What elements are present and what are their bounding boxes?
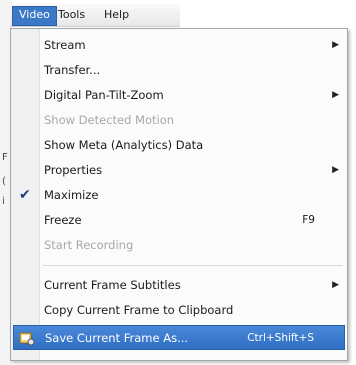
menu-item-label: Start Recording: [44, 238, 134, 252]
menu-item-label: Freeze: [44, 213, 82, 227]
menu-item-transfer[interactable]: Transfer...: [13, 58, 345, 83]
menu-item-digital-ptz[interactable]: Digital Pan-Tilt-Zoom ▶: [13, 83, 345, 108]
menu-item-current-frame-subtitles[interactable]: Current Frame Subtitles ▶: [13, 273, 345, 298]
submenu-arrow-icon: ▶: [332, 165, 339, 175]
menu-item-stream[interactable]: Stream ▶: [13, 33, 345, 58]
menu-item-copy-current-frame[interactable]: Copy Current Frame to Clipboard: [13, 298, 345, 323]
background-text-fragment: i: [2, 196, 5, 207]
background-text-fragment: (: [2, 176, 6, 187]
menu-item-label: Current Frame Subtitles: [44, 278, 181, 292]
menu-item-save-current-frame-as[interactable]: Save Current Frame As... Ctrl+Shift+S: [13, 325, 345, 350]
menu-help[interactable]: Help: [98, 6, 135, 24]
menu-item-label: Maximize: [44, 188, 99, 202]
submenu-arrow-icon: ▶: [332, 280, 339, 290]
menu-item-label: Properties: [44, 163, 103, 177]
menu-item-maximize[interactable]: ✔ Maximize: [13, 183, 345, 208]
menu-tools[interactable]: Tools: [52, 6, 91, 24]
menu-item-label: Copy Current Frame to Clipboard: [44, 303, 234, 317]
menu-bar: Video Tools Help: [10, 4, 180, 27]
menu-item-label: Show Detected Motion: [44, 113, 175, 127]
menu-item-show-detected-motion: Show Detected Motion: [13, 108, 345, 133]
menu-item-label: Transfer...: [44, 63, 101, 77]
menu-item-shortcut: Ctrl+Shift+S: [247, 332, 314, 344]
menu-item-label: Stream: [44, 38, 86, 52]
menu-item-shortcut: F9: [302, 214, 315, 226]
menu-video[interactable]: Video: [12, 6, 57, 26]
video-dropdown-menu: Stream ▶ Transfer... Digital Pan-Tilt-Zo…: [10, 28, 348, 361]
menu-item-label: Save Current Frame As...: [45, 331, 189, 345]
menu-item-show-meta-data[interactable]: Show Meta (Analytics) Data: [13, 133, 345, 158]
menu-item-label: Digital Pan-Tilt-Zoom: [44, 88, 164, 102]
background-text-fragment: F: [2, 152, 8, 163]
menu-item-start-recording: Start Recording: [13, 233, 345, 258]
menu-separator: [43, 265, 343, 266]
menu-item-properties[interactable]: Properties ▶: [13, 158, 345, 183]
submenu-arrow-icon: ▶: [332, 40, 339, 50]
submenu-arrow-icon: ▶: [332, 90, 339, 100]
menu-item-freeze[interactable]: Freeze F9: [13, 208, 345, 233]
save-frame-icon: [19, 332, 35, 346]
menu-item-label: Show Meta (Analytics) Data: [44, 138, 204, 152]
checkmark-icon: ✔: [19, 187, 31, 203]
